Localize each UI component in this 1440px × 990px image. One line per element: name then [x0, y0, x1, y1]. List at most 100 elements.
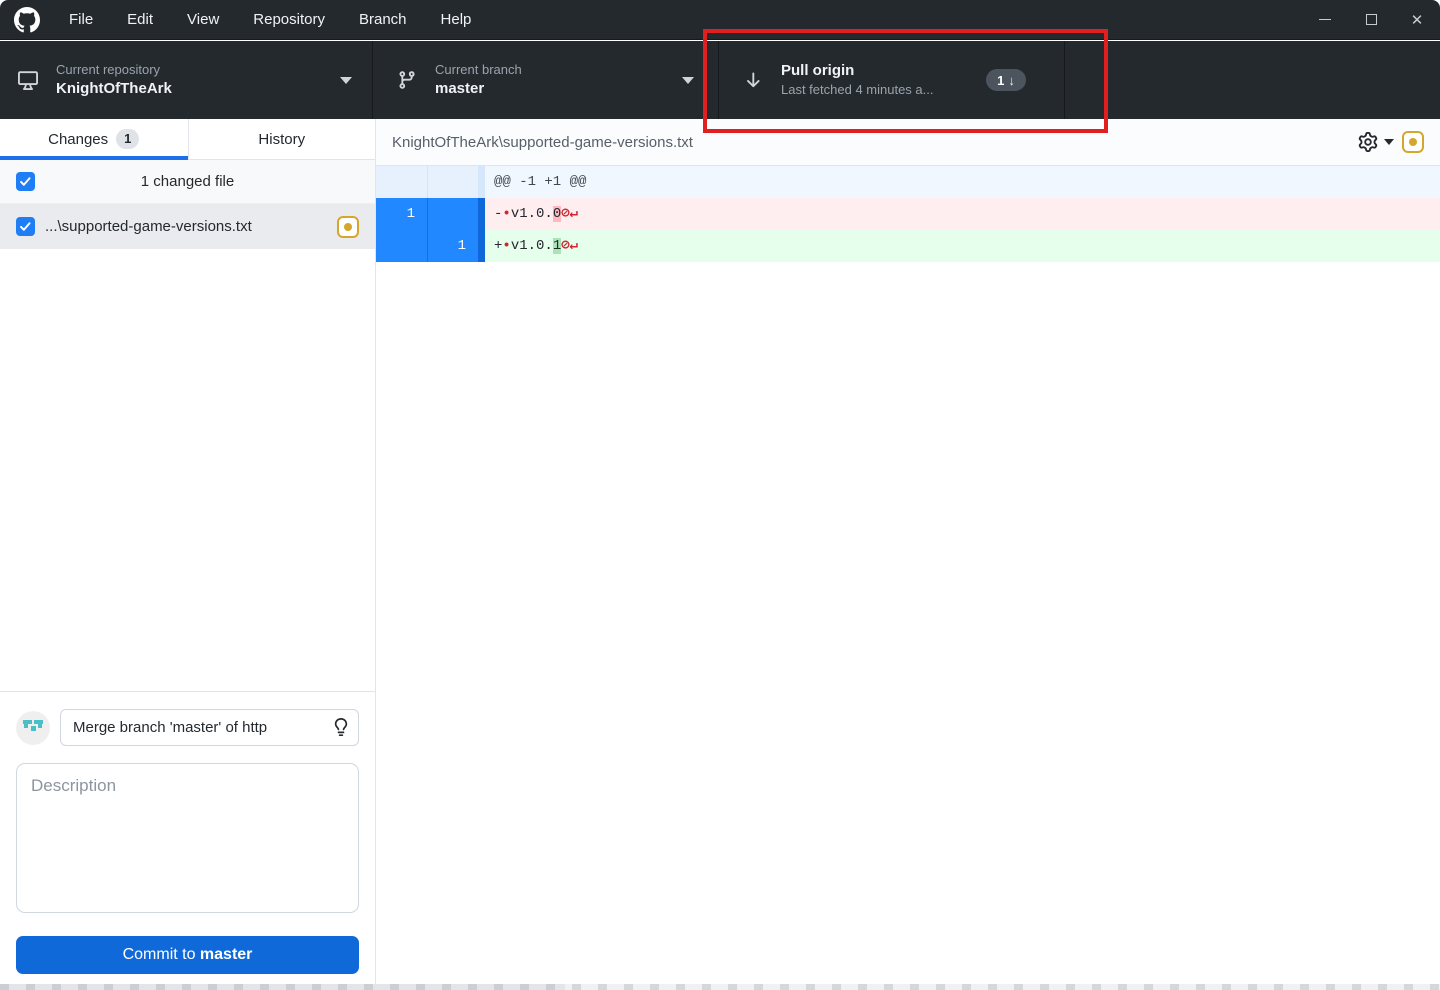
- changed-files-summary-row: 1 changed file: [0, 160, 375, 204]
- diff-header-actions: [1358, 131, 1424, 153]
- diff-file-header: KnightOfTheArk\supported-game-versions.t…: [376, 119, 1440, 166]
- commit-button-branch: master: [199, 946, 253, 963]
- minimize-button[interactable]: [1302, 0, 1348, 39]
- screen: File Edit View Repository Branch Help ✕ …: [0, 0, 1440, 990]
- summary-field-wrap: [60, 709, 359, 746]
- pull-origin-button[interactable]: Pull origin Last fetched 4 minutes a... …: [719, 41, 1065, 119]
- current-branch-value: master: [435, 79, 485, 97]
- diff-view: @@ -1 +1 @@ 1 -•v1.0.0⊘↵ 1 +•v1.0.1⊘↵: [376, 166, 1440, 262]
- pull-count-badge: 1 ↓: [986, 69, 1026, 91]
- old-line-gutter: [376, 166, 427, 198]
- chevron-down-icon: [340, 77, 352, 84]
- gear-icon: [1358, 132, 1378, 152]
- commit-button-prefix: Commit to: [122, 946, 200, 963]
- tab-history[interactable]: History: [187, 119, 376, 159]
- current-repository-label: Current repository: [56, 62, 161, 78]
- pull-origin-title: Pull origin: [781, 62, 855, 80]
- toolbar: Current repository KnightOfTheArk Curren…: [0, 41, 1440, 119]
- file-checkbox[interactable]: [16, 217, 35, 236]
- background-window-sliver: [0, 984, 1440, 990]
- modified-dot: [1409, 138, 1417, 146]
- tab-history-label: History: [258, 130, 306, 148]
- menu-edit[interactable]: Edit: [110, 0, 170, 39]
- space-marker-icon: •: [502, 206, 511, 222]
- changed-files-summary-label: 1 changed file: [140, 173, 235, 190]
- gutter-strip: [478, 198, 485, 230]
- check-icon: [20, 222, 31, 231]
- commit-summary-input[interactable]: [60, 709, 359, 746]
- new-line-gutter: [427, 166, 478, 198]
- removed-line-content: -•v1.0.0⊘↵: [485, 198, 1440, 230]
- current-repository-button[interactable]: Current repository KnightOfTheArk: [0, 41, 373, 119]
- github-logo-icon: [14, 6, 40, 33]
- chevron-down-icon: [1384, 139, 1394, 145]
- file-list-empty-area: [0, 249, 375, 691]
- window-controls: ✕: [1302, 0, 1440, 39]
- main-panel: KnightOfTheArk\supported-game-versions.t…: [376, 119, 1440, 984]
- hunk-header-text: @@ -1 +1 @@: [485, 166, 1440, 198]
- commit-description-textarea[interactable]: [16, 763, 359, 913]
- line-ending-icon: ↵: [569, 238, 579, 254]
- changed-text: 1: [552, 238, 562, 254]
- no-newline-icon: ⊘: [561, 206, 570, 222]
- diff-removed-line[interactable]: 1 -•v1.0.0⊘↵: [376, 198, 1440, 230]
- new-line-number: 1: [427, 230, 478, 262]
- file-name: ...\supported-game-versions.txt: [45, 218, 252, 235]
- github-desktop-window: File Edit View Repository Branch Help ✕ …: [0, 0, 1440, 984]
- pull-origin-subtitle: Last fetched 4 minutes a...: [781, 82, 934, 98]
- modified-dot: [344, 222, 352, 231]
- titlebar: File Edit View Repository Branch Help ✕: [0, 0, 1440, 40]
- menu-bar: File Edit View Repository Branch Help: [52, 0, 488, 39]
- current-branch-label: Current branch: [435, 62, 522, 78]
- gutter-strip: [478, 166, 485, 198]
- sidebar-tabs: Changes 1 History: [0, 119, 375, 160]
- close-button[interactable]: ✕: [1394, 0, 1440, 39]
- changed-text: 0: [552, 206, 562, 222]
- menu-repository[interactable]: Repository: [236, 0, 342, 39]
- diff-hunk-header-row: @@ -1 +1 @@: [376, 166, 1440, 198]
- file-list-item[interactable]: ...\supported-game-versions.txt: [0, 204, 375, 249]
- space-marker-icon: •: [502, 238, 511, 254]
- arrow-down-small-icon: ↓: [1008, 72, 1015, 88]
- added-line-content: +•v1.0.1⊘↵: [485, 230, 1440, 262]
- avatar: [16, 710, 50, 745]
- old-line-number: 1: [376, 198, 427, 230]
- chevron-down-icon: [682, 77, 694, 84]
- commit-button[interactable]: Commit to master: [16, 936, 359, 974]
- new-line-number: [427, 198, 478, 230]
- pull-count: 1: [997, 72, 1005, 88]
- gutter-strip: [478, 230, 485, 262]
- maximize-button[interactable]: [1348, 0, 1394, 39]
- no-newline-icon: ⊘: [561, 238, 570, 254]
- current-repository-value: KnightOfTheArk: [56, 79, 172, 97]
- desktop-icon: [16, 68, 40, 92]
- check-icon: [20, 177, 31, 186]
- line-text: v1.0.: [510, 238, 553, 254]
- changes-count-badge: 1: [116, 129, 140, 149]
- menu-branch[interactable]: Branch: [342, 0, 424, 39]
- commit-summary-row: [16, 709, 359, 746]
- git-branch-icon: [395, 68, 419, 92]
- file-path: KnightOfTheArk\supported-game-versions.t…: [392, 133, 693, 151]
- modified-status-icon: [1402, 131, 1424, 153]
- tab-changes-label: Changes: [48, 130, 109, 148]
- line-ending-icon: ↵: [569, 206, 579, 222]
- diff-added-line[interactable]: 1 +•v1.0.1⊘↵: [376, 230, 1440, 262]
- select-all-checkbox[interactable]: [16, 172, 35, 191]
- lightbulb-icon[interactable]: [332, 718, 350, 736]
- line-text: v1.0.: [510, 206, 553, 222]
- tab-changes[interactable]: Changes 1: [0, 119, 188, 160]
- diff-options-button[interactable]: [1358, 132, 1394, 152]
- menu-file[interactable]: File: [52, 0, 110, 39]
- app-body: Changes 1 History 1 changed file ...\sup…: [0, 119, 1440, 984]
- menu-view[interactable]: View: [170, 0, 236, 39]
- maximize-icon: [1365, 14, 1377, 25]
- arrow-down-icon: [741, 68, 765, 92]
- modified-status-icon: [337, 215, 359, 238]
- menu-help[interactable]: Help: [424, 0, 489, 39]
- old-line-number: [376, 230, 427, 262]
- sidebar: Changes 1 History 1 changed file ...\sup…: [0, 119, 376, 984]
- current-branch-button[interactable]: Current branch master: [373, 41, 719, 119]
- commit-panel: Commit to master: [0, 691, 375, 984]
